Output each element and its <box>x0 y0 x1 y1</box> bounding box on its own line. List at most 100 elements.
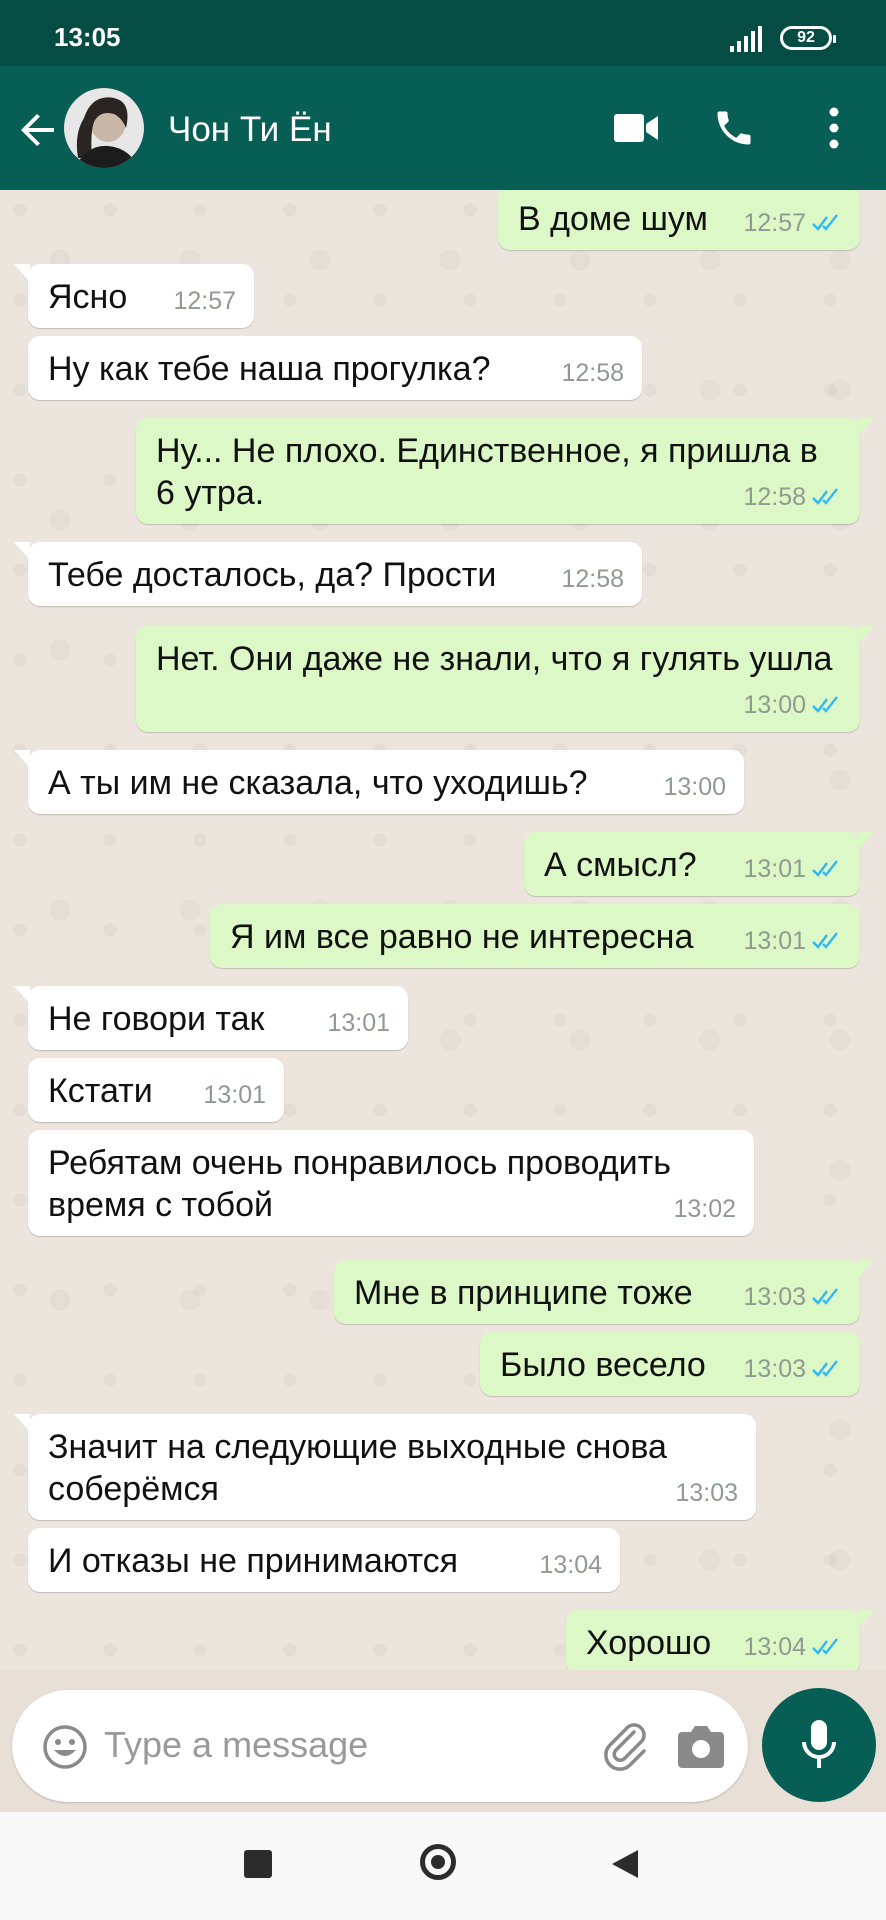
signal-icon <box>730 26 762 52</box>
more-options-icon[interactable] <box>826 106 842 150</box>
message-meta: 13:03 <box>743 1276 842 1318</box>
message-text: Мне в принципе тоже <box>354 1274 693 1312</box>
message-meta: 13:01 <box>203 1074 266 1116</box>
message-meta: 13:04 <box>539 1544 602 1586</box>
message-meta: 12:58 <box>561 352 624 394</box>
message-bubble-incoming[interactable]: Тебе досталось, да? Прости 12:58 <box>14 542 642 606</box>
message-text: Ребятам очень понравилось проводить врем… <box>48 1144 671 1224</box>
system-nav-bar <box>0 1812 886 1920</box>
message-time: 13:00 <box>743 691 806 719</box>
message-text: Не говори так <box>48 1000 265 1038</box>
status-time: 13:05 <box>54 22 121 52</box>
contact-avatar[interactable] <box>64 88 144 168</box>
message-time: 13:01 <box>743 855 806 883</box>
message-meta: 12:58 <box>561 558 624 600</box>
message-time: 12:58 <box>743 483 806 511</box>
message-list[interactable]: В доме шум 12:57 Ясно 12:57 Ну как тебе … <box>0 190 886 1670</box>
double-check-icon <box>812 1288 838 1305</box>
message-composer[interactable]: Type a message <box>12 1690 748 1802</box>
message-text: Ну... Не плохо. Единственное, я пришла в… <box>156 432 818 512</box>
message-bubble-outgoing[interactable]: Было весело 13:03 <box>480 1332 860 1396</box>
double-check-icon <box>812 696 838 713</box>
message-text: А смысл? <box>544 846 697 884</box>
message-text: В доме шум <box>518 200 708 238</box>
nav-back-icon[interactable] <box>610 1848 640 1880</box>
message-bubble-incoming[interactable]: Кстати 13:01 <box>28 1058 284 1122</box>
battery-level: 92 <box>797 29 815 46</box>
phone-call-icon[interactable] <box>712 106 756 150</box>
double-check-icon <box>812 932 838 949</box>
message-text: Я им все равно не интересна <box>230 918 694 956</box>
double-check-icon <box>812 1638 838 1655</box>
message-time: 12:58 <box>561 359 624 387</box>
message-bubble-outgoing[interactable]: Я им все равно не интересна 13:01 <box>210 904 860 968</box>
message-text: Тебе досталось, да? Прости <box>48 556 497 594</box>
message-meta: 13:00 <box>743 684 842 726</box>
message-time: 12:57 <box>743 209 806 237</box>
message-meta: 12:58 <box>743 476 842 518</box>
message-meta: 13:03 <box>743 1348 842 1390</box>
message-meta: 12:57 <box>173 280 236 322</box>
message-time: 12:58 <box>561 565 624 593</box>
message-bubble-incoming[interactable]: Не говори так 13:01 <box>14 986 408 1050</box>
message-time: 13:03 <box>743 1283 806 1311</box>
message-text: Нет. Они даже не знали, что я гулять ушл… <box>156 640 833 678</box>
message-bubble-incoming[interactable]: Значит на следующие выходные снова собер… <box>14 1414 756 1520</box>
message-time: 13:04 <box>743 1633 806 1661</box>
message-time: 13:03 <box>675 1479 738 1507</box>
message-time: 13:02 <box>673 1195 736 1223</box>
message-text: Было весело <box>500 1346 706 1384</box>
message-time: 13:03 <box>743 1355 806 1383</box>
message-meta: 13:02 <box>673 1188 736 1230</box>
message-meta: 13:01 <box>743 848 842 890</box>
message-meta: 13:01 <box>327 1002 390 1044</box>
home-icon[interactable] <box>420 1844 456 1880</box>
contact-name[interactable]: Чон Ти Ён <box>168 110 332 150</box>
message-bubble-outgoing[interactable]: Ну... Не плохо. Единственное, я пришла в… <box>136 418 874 524</box>
message-bubble-outgoing[interactable]: Хорошо 13:04 <box>566 1610 874 1670</box>
message-text: Ну как тебе наша прогулка? <box>48 350 491 388</box>
avatar-photo <box>64 88 144 168</box>
double-check-icon <box>812 488 838 505</box>
attach-icon[interactable] <box>600 1720 652 1772</box>
message-meta: 13:04 <box>743 1626 842 1668</box>
back-arrow-icon[interactable] <box>18 110 58 150</box>
message-bubble-incoming[interactable]: И отказы не принимаются 13:04 <box>28 1528 620 1592</box>
message-meta: 13:00 <box>663 766 726 808</box>
microphone-button[interactable] <box>762 1688 876 1802</box>
message-text: Ясно <box>48 278 128 316</box>
message-time: 13:01 <box>203 1081 266 1109</box>
camera-icon[interactable] <box>676 1722 726 1770</box>
message-text: Значит на следующие выходные снова собер… <box>48 1428 667 1508</box>
message-bubble-incoming[interactable]: Ну как тебе наша прогулка? 12:58 <box>28 336 642 400</box>
emoji-icon[interactable] <box>42 1724 88 1770</box>
message-text: Хорошо <box>586 1624 712 1662</box>
message-meta: 12:57 <box>743 202 842 244</box>
status-bar: 13:05 92 <box>0 0 886 66</box>
message-bubble-incoming[interactable]: Ясно 12:57 <box>14 264 254 328</box>
message-text: И отказы не принимаются <box>48 1542 459 1580</box>
message-bubble-incoming[interactable]: Ребятам очень понравилось проводить врем… <box>28 1130 754 1236</box>
message-bubble-outgoing[interactable]: Нет. Они даже не знали, что я гулять ушл… <box>136 626 874 732</box>
message-text: А ты им не сказала, что уходишь? <box>48 764 588 802</box>
message-text: Кстати <box>48 1072 153 1110</box>
double-check-icon <box>812 214 838 231</box>
double-check-icon <box>812 860 838 877</box>
message-meta: 13:03 <box>675 1472 738 1514</box>
chat-header: Чон Ти Ён <box>0 66 886 190</box>
message-bubble-incoming[interactable]: А ты им не сказала, что уходишь? 13:00 <box>14 750 744 814</box>
message-time: 13:04 <box>539 1551 602 1579</box>
message-time: 13:01 <box>327 1009 390 1037</box>
message-meta: 13:01 <box>743 920 842 962</box>
message-bubble-outgoing[interactable]: Мне в принципе тоже 13:03 <box>334 1260 874 1324</box>
double-check-icon <box>812 1360 838 1377</box>
battery-icon: 92 <box>780 26 836 50</box>
message-time: 13:00 <box>663 773 726 801</box>
message-bubble-outgoing[interactable]: А смысл? 13:01 <box>524 832 874 896</box>
message-bubble-outgoing[interactable]: В доме шум 12:57 <box>498 190 860 250</box>
video-call-icon[interactable] <box>614 110 658 146</box>
microphone-icon <box>802 1720 836 1768</box>
message-time: 13:01 <box>743 927 806 955</box>
message-input-placeholder[interactable]: Type a message <box>104 1724 368 1766</box>
recent-apps-icon[interactable] <box>244 1850 272 1878</box>
